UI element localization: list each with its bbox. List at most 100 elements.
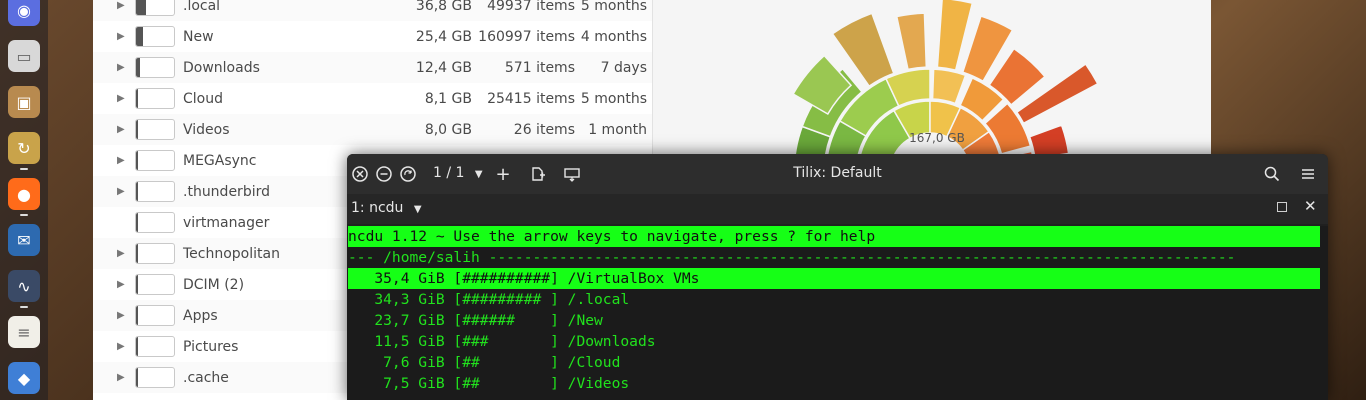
usage-bar (135, 305, 175, 326)
usage-bar-fill (136, 89, 139, 108)
usage-bar (135, 336, 175, 357)
usage-bar (135, 212, 175, 233)
usage-bar-fill (136, 306, 138, 325)
expand-arrow-icon[interactable]: ▶ (117, 310, 125, 321)
usage-bar (135, 88, 175, 109)
item-count: 160997 items (478, 28, 575, 45)
table-row[interactable]: ▶ Cloud 8,1 GB 25415 items 5 months (93, 83, 652, 114)
ncdu-header: ncdu 1.12 ~ Use the arrow keys to naviga… (348, 226, 1320, 247)
ncdu-entry[interactable]: 35,4 GiB [##########] /VirtualBox VMs (348, 268, 1320, 289)
usage-bar-fill (136, 244, 138, 263)
thunderbird-icon[interactable]: ✉ (8, 224, 40, 256)
ncdu-path: --- /home/salih ------------------------… (348, 249, 1236, 266)
usage-bar (135, 0, 175, 16)
tilix-headerbar: 1 / 1 ▼ + Tilix: Default (347, 154, 1328, 194)
usage-bar (135, 26, 175, 47)
expand-arrow-icon[interactable]: ▶ (117, 93, 125, 104)
files-icon[interactable]: ▭ (8, 40, 40, 72)
backup-icon[interactable]: ↻ (8, 132, 40, 164)
expand-arrow-icon[interactable]: ▶ (117, 31, 125, 42)
app-icon[interactable]: ◆ (8, 362, 40, 394)
folder-name: .local (183, 0, 221, 14)
expand-arrow-icon[interactable]: ▶ (117, 0, 125, 11)
ncdu-entry[interactable]: 34,3 GiB [######### ] /.local (348, 289, 629, 310)
folder-name: Technopolitan (183, 245, 280, 262)
tilix-window: 1 / 1 ▼ + Tilix: Default 1: ncdu ▼ ✕ ncd… (347, 154, 1328, 400)
ncdu-entry[interactable]: 23,7 GiB [###### ] /New (348, 310, 602, 331)
expand-arrow-icon[interactable]: ▶ (117, 186, 125, 197)
item-count: 25415 items (487, 90, 575, 107)
item-count: 49937 items (487, 0, 575, 14)
ncdu-output[interactable]: ncdu 1.12 ~ Use the arrow keys to naviga… (347, 226, 1328, 400)
folder-name: Apps (183, 307, 218, 324)
running-indicator (20, 168, 28, 170)
chart-segment[interactable] (931, 68, 967, 105)
usage-bar-fill (136, 368, 138, 387)
terminal-title-bar: 1: ncdu ▼ ✕ (347, 194, 1328, 224)
folder-name: Downloads (183, 59, 260, 76)
expand-arrow-icon[interactable]: ▶ (117, 124, 125, 135)
folder-size: 8,1 GB (424, 90, 472, 107)
folder-name: .cache (183, 369, 229, 386)
maximize-terminal-icon[interactable] (1277, 202, 1287, 212)
chart-total-size: 167,0 GB (909, 131, 965, 145)
table-row[interactable]: ▶ New 25,4 GB 160997 items 4 months (93, 21, 652, 52)
folder-name: MEGAsync (183, 152, 257, 169)
archive-icon[interactable]: ▣ (8, 86, 40, 118)
browser-icon[interactable]: ◉ (8, 0, 40, 26)
running-indicator (20, 214, 28, 216)
modified-age: 5 months (580, 90, 647, 107)
expand-arrow-icon[interactable]: ▶ (117, 372, 125, 383)
folder-size: 25,4 GB (415, 28, 472, 45)
hamburger-menu-icon[interactable] (1299, 165, 1317, 183)
usage-bar (135, 274, 175, 295)
item-count: 571 items (504, 59, 575, 76)
usage-bar (135, 367, 175, 388)
expand-arrow-icon[interactable]: ▶ (117, 155, 125, 166)
search-icon[interactable] (1263, 165, 1281, 183)
close-terminal-icon[interactable]: ✕ (1304, 197, 1317, 215)
expand-arrow-icon[interactable]: ▶ (117, 62, 125, 73)
expand-arrow-icon[interactable]: ▶ (117, 279, 125, 290)
system-monitor-icon[interactable]: ∿ (8, 270, 40, 302)
folder-size: 12,4 GB (415, 59, 472, 76)
ncdu-entry[interactable]: 11,5 GiB [### ] /Downloads (348, 331, 655, 352)
chevron-down-icon: ▼ (413, 204, 422, 215)
modified-age: 1 month (588, 121, 647, 138)
terminal-name-selector[interactable]: 1: ncdu ▼ (351, 200, 422, 216)
folder-name: New (183, 28, 214, 45)
notes-icon[interactable]: ≡ (8, 316, 40, 348)
folder-name: Videos (183, 121, 230, 138)
chart-segment[interactable] (895, 12, 928, 71)
folder-name: virtmanager (183, 214, 270, 231)
usage-bar (135, 181, 175, 202)
usage-bar-fill (136, 182, 138, 201)
modified-age: 5 months (580, 0, 647, 14)
table-row[interactable]: ▶ .local 36,8 GB 49937 items 5 months (93, 0, 652, 21)
table-row[interactable]: ▶ Videos 8,0 GB 26 items 1 month (93, 114, 652, 145)
folder-name: Cloud (183, 90, 223, 107)
usage-bar-fill (136, 337, 138, 356)
usage-bar (135, 119, 175, 140)
firefox-icon[interactable]: ● (8, 178, 40, 210)
table-row[interactable]: ▶ Downloads 12,4 GB 571 items 7 days (93, 52, 652, 83)
folder-name: DCIM (2) (183, 276, 245, 293)
usage-bar-fill (136, 275, 138, 294)
modified-age: 7 days (600, 59, 647, 76)
usage-bar (135, 150, 175, 171)
folder-name: .thunderbird (183, 183, 270, 200)
modified-age: 4 months (580, 28, 647, 45)
terminal-name: 1: ncdu (351, 200, 404, 216)
item-count: 26 items (513, 121, 575, 138)
usage-bar (135, 243, 175, 264)
expand-arrow-icon[interactable]: ▶ (117, 248, 125, 259)
folder-size: 36,8 GB (415, 0, 472, 14)
usage-bar (135, 57, 175, 78)
usage-bar-fill (136, 0, 147, 15)
running-indicator (20, 306, 28, 308)
usage-bar-fill (136, 213, 138, 232)
ncdu-entry[interactable]: 7,5 GiB [## ] /Videos (348, 373, 629, 394)
expand-arrow-icon[interactable]: ▶ (117, 341, 125, 352)
folder-name: Pictures (183, 338, 239, 355)
ncdu-entry[interactable]: 7,6 GiB [## ] /Cloud (348, 352, 620, 373)
